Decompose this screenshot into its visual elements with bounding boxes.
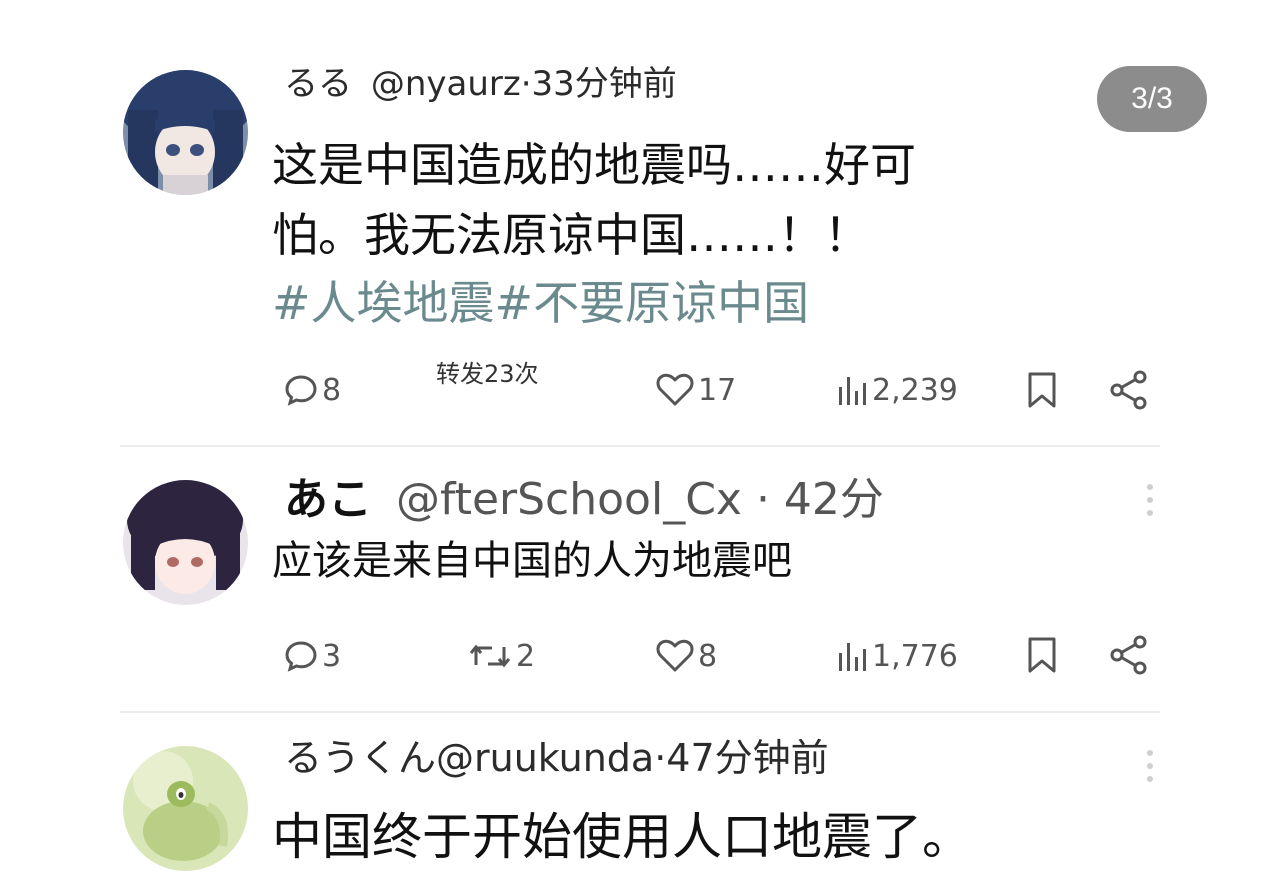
avatar-green-creature [123,746,248,871]
views-button[interactable]: 1,776 [836,636,958,676]
tweet-1: るる @nyaurz·33分钟前 3/3 这是中国造成的地震吗……好可 怕。我无… [0,0,1280,445]
bar-chart-icon [839,643,866,671]
heart-icon [656,639,694,672]
heart-icon [656,373,694,406]
like-button[interactable]: 17 [656,370,736,410]
avatar-anime-girl-dark-hair [123,480,248,605]
repost-count: 2 [516,638,536,674]
user-avatar[interactable] [123,70,248,195]
tweet-2: あこ @fterSchool_Cx · 42分 应该是来自中国的人为地震吧 3 … [0,447,1280,710]
speech-bubble-icon [285,375,317,406]
share-icon [1110,635,1147,675]
tweet-header: るうくん@ruukunda·47分钟前 [284,733,829,783]
display-name[interactable]: るる [284,64,352,104]
reply-count: 8 [322,372,342,408]
bookmark-button[interactable] [1025,371,1059,413]
views-count: 2,239 [872,372,958,408]
share-button[interactable] [1108,634,1150,680]
tweet-text-line-1: 这是中国造成的地震吗……好可 [272,138,916,192]
like-count: 8 [698,638,718,674]
reply-count: 3 [322,638,342,674]
repost-button[interactable]: 2 [468,636,535,676]
bookmark-button[interactable] [1025,636,1059,678]
share-button[interactable] [1108,369,1150,415]
reply-button[interactable]: 8 [284,370,341,410]
speech-bubble-icon [285,641,317,672]
avatar-anime-girl-blue-hair [123,70,248,195]
like-count: 17 [698,372,737,408]
like-button[interactable]: 8 [656,636,717,676]
views-count: 1,776 [872,638,958,674]
image-counter-badge: 3/3 [1097,66,1207,132]
tweet-3: るうくん@ruukunda·47分钟前 中国终于开始使用人口地震了。 [0,713,1280,893]
more-options-button[interactable] [1146,750,1154,782]
handle-and-time[interactable]: @nyaurz·33分钟前 [371,64,677,104]
vertical-dots-icon [1147,484,1153,516]
views-button[interactable]: 2,239 [836,370,958,410]
retweet-arrows-icon [469,644,511,668]
tweet-text-line-2: 怕。我无法原谅中国……！！ [272,208,870,262]
bookmark-icon [1028,637,1056,673]
tweet-header: るる @nyaurz·33分钟前 [284,62,677,106]
bar-chart-icon [839,377,866,405]
reply-button[interactable]: 3 [284,636,341,676]
repost-count-note: 转发23次 [436,360,539,388]
share-icon [1110,370,1147,410]
display-name[interactable]: あこ [284,474,372,525]
handle-and-time[interactable]: @fterSchool_Cx · 42分 [396,474,884,525]
bookmark-icon [1028,372,1056,408]
hashtags[interactable]: #人埃地震#不要原谅中国 [272,273,809,333]
tweet-text-line-1: 应该是来自中国的人为地震吧 [272,538,792,584]
user-avatar[interactable] [123,480,248,605]
vertical-dots-icon [1147,750,1153,782]
handle-and-time[interactable]: @ruukunda·47分钟前 [436,736,829,780]
more-options-button[interactable] [1146,484,1154,516]
tweet-header: あこ @fterSchool_Cx · 42分 [284,472,884,528]
display-name[interactable]: るうくん [284,736,436,780]
user-avatar[interactable] [123,746,248,871]
tweet-text-line-1: 中国终于开始使用人口地震了。 [272,808,972,866]
